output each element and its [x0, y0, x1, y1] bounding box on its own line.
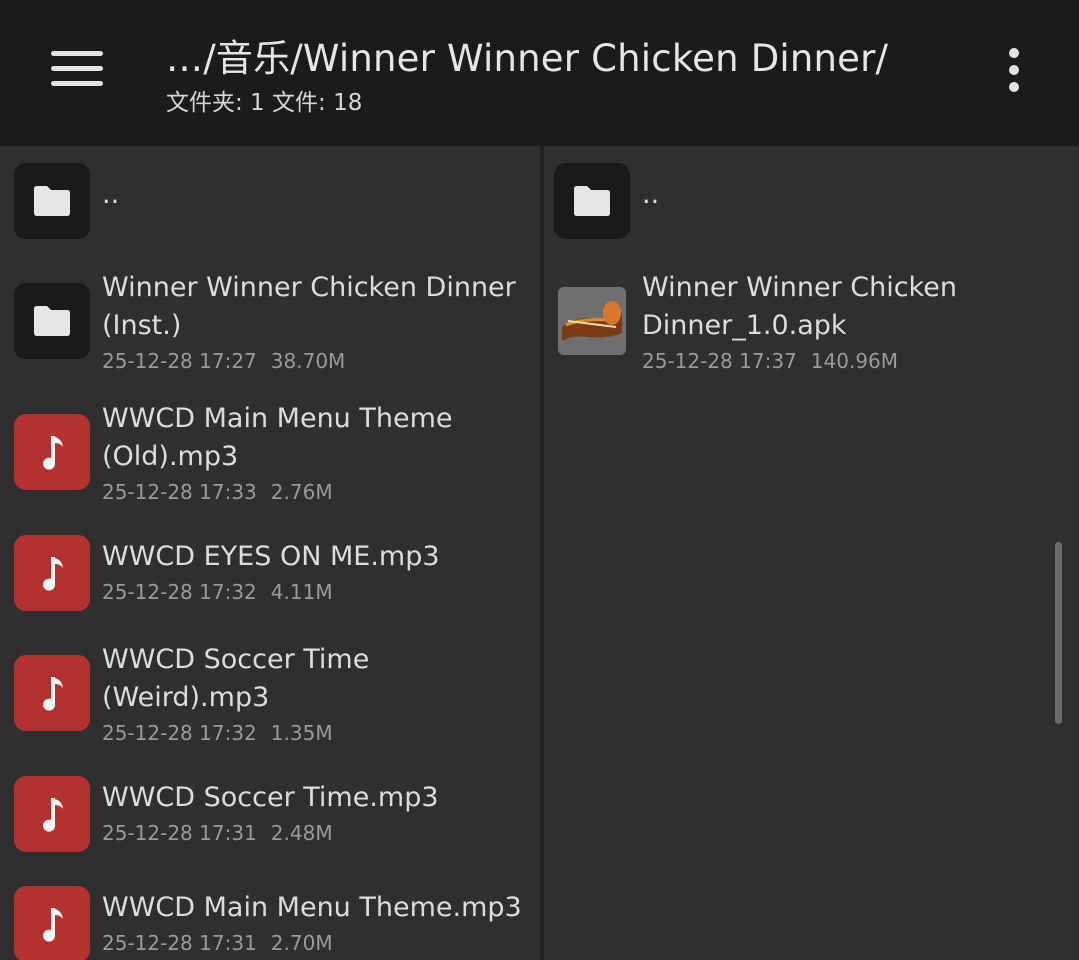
- music-note-icon: [14, 535, 90, 611]
- file-date: 25-12-28 17:37: [642, 349, 797, 373]
- hamburger-menu-icon: [51, 50, 103, 56]
- more-vertical-icon: [1009, 48, 1019, 58]
- file-meta: 25-12-28 17:31 2.48M: [102, 821, 333, 845]
- folder-file-counts: 文件夹: 1 文件: 18: [166, 90, 363, 116]
- right-file-pane[interactable]: .. Winner Winner Chicken Dinner_1.0.apk …: [544, 146, 1079, 960]
- file-size: 2.76M: [270, 480, 333, 504]
- file-name-line1: WWCD Soccer Time: [102, 644, 370, 675]
- list-item[interactable]: WWCD Soccer Time (Weird).mp3 25-12-28 17…: [0, 638, 540, 768]
- list-item[interactable]: Winner Winner Chicken Dinner (Inst.) 25-…: [0, 266, 540, 396]
- list-item[interactable]: WWCD Soccer Time.mp3 25-12-28 17:31 2.48M: [0, 776, 540, 876]
- file-name-line1: WWCD Main Menu Theme.mp3: [102, 892, 522, 923]
- file-size: 38.70M: [270, 349, 346, 373]
- file-size: 4.11M: [270, 580, 333, 604]
- file-name: ..: [102, 179, 120, 210]
- folder-icon: [14, 163, 90, 239]
- hamburger-menu-icon-bar: [51, 80, 103, 86]
- file-date: 25-12-28 17:27: [102, 349, 257, 373]
- file-name-line1: WWCD Soccer Time.mp3: [102, 782, 439, 813]
- file-name: ..: [642, 179, 660, 210]
- file-meta: 25-12-28 17:32 1.35M: [102, 721, 333, 745]
- file-size: 2.70M: [270, 931, 333, 955]
- list-item[interactable]: WWCD Main Menu Theme (Old).mp3 25-12-28 …: [0, 397, 540, 527]
- more-vertical-icon-dot: [1009, 65, 1019, 75]
- list-item[interactable]: WWCD Main Menu Theme.mp3 25-12-28 17:31 2…: [0, 886, 540, 960]
- file-size: 2.48M: [270, 821, 333, 845]
- file-date: 25-12-28 17:31: [102, 931, 257, 955]
- file-name-line1: WWCD EYES ON ME.mp3: [102, 541, 440, 572]
- music-note-icon: [14, 655, 90, 731]
- file-name-line2: Dinner_1.0.apk: [642, 310, 847, 341]
- file-manager-app: …/音乐/Winner Winner Chicken Dinner/ 文件夹: …: [0, 0, 1079, 960]
- folder-icon: [14, 283, 90, 359]
- list-item[interactable]: WWCD EYES ON ME.mp3 25-12-28 17:32 4.11M: [0, 535, 540, 635]
- top-app-bar: …/音乐/Winner Winner Chicken Dinner/ 文件夹: …: [0, 0, 1079, 146]
- folder-icon: [554, 163, 630, 239]
- file-name-line2: (Weird).mp3: [102, 682, 270, 713]
- file-name-line1: Winner Winner Chicken Dinner: [102, 272, 516, 303]
- scrollbar-thumb[interactable]: [1055, 542, 1062, 724]
- file-meta: 25-12-28 17:37 140.96M: [642, 349, 898, 373]
- more-options-button[interactable]: [994, 40, 1034, 100]
- parent-directory-item[interactable]: ..: [544, 146, 1079, 256]
- file-date: 25-12-28 17:32: [102, 721, 257, 745]
- music-note-icon: [14, 414, 90, 490]
- music-note-icon: [14, 776, 90, 852]
- hamburger-menu-icon-bar: [51, 65, 103, 71]
- file-name-line1: WWCD Main Menu Theme: [102, 403, 453, 434]
- left-file-pane[interactable]: .. Winner Winner Chicken Dinner (Inst.) …: [0, 146, 540, 960]
- file-meta: 25-12-28 17:32 4.11M: [102, 580, 333, 604]
- file-date: 25-12-28 17:32: [102, 580, 257, 604]
- apk-thumbnail-icon: [558, 287, 626, 355]
- list-item[interactable]: Winner Winner Chicken Dinner_1.0.apk 25-…: [544, 266, 1079, 396]
- parent-directory-item[interactable]: ..: [0, 146, 540, 256]
- file-size: 140.96M: [810, 349, 899, 373]
- file-meta: 25-12-28 17:33 2.76M: [102, 480, 333, 504]
- music-note-icon: [14, 886, 90, 960]
- current-path[interactable]: …/音乐/Winner Winner Chicken Dinner/: [166, 28, 888, 82]
- file-date: 25-12-28 17:31: [102, 821, 257, 845]
- file-name-line1: Winner Winner Chicken: [642, 272, 957, 303]
- file-meta: 25-12-28 17:31 2.70M: [102, 931, 333, 955]
- file-name-line2: (Inst.): [102, 310, 182, 341]
- file-date: 25-12-28 17:33: [102, 480, 257, 504]
- menu-button[interactable]: [40, 36, 114, 100]
- more-vertical-icon-dot: [1009, 82, 1019, 92]
- file-name-line2: (Old).mp3: [102, 441, 239, 472]
- file-size: 1.35M: [270, 721, 333, 745]
- file-meta: 25-12-28 17:27 38.70M: [102, 349, 345, 373]
